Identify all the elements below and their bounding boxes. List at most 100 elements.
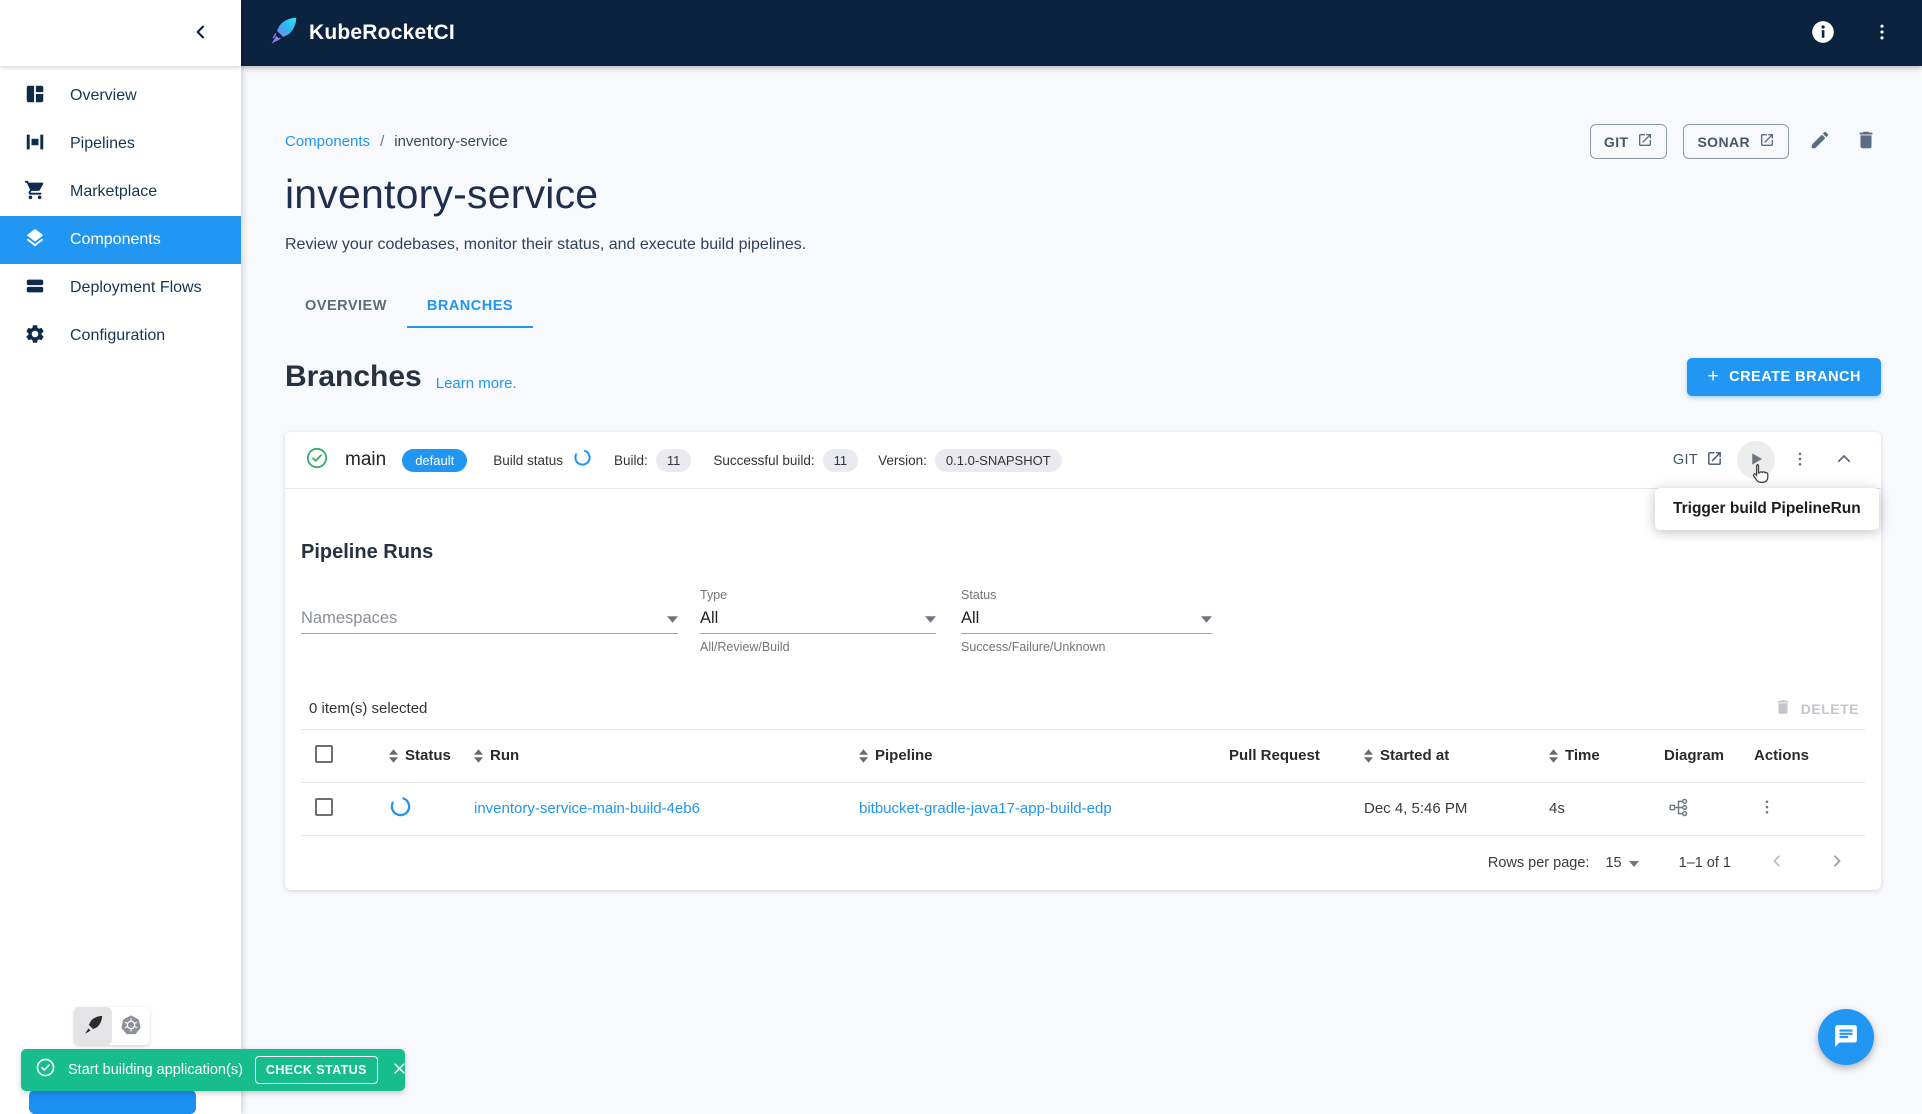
- info-button[interactable]: [1806, 15, 1840, 52]
- brand: KubeRocketCI: [267, 15, 455, 52]
- sidebar-item-label: Components: [70, 231, 161, 248]
- gear-icon: [24, 323, 46, 350]
- sidebar-header: [0, 0, 241, 66]
- pencil-icon: [1809, 129, 1831, 154]
- sidebar-bottom-button[interactable]: [29, 1090, 196, 1114]
- brand-name: KubeRocketCI: [309, 21, 455, 44]
- sort-run-button[interactable]: [474, 749, 483, 763]
- branch-git-button[interactable]: GIT: [1673, 450, 1723, 471]
- branch-menu-button[interactable]: [1781, 441, 1819, 479]
- namespaces-filter[interactable]: Namespaces: [301, 588, 678, 654]
- table-header-row: Status Run Pipeline Pull Request Started…: [301, 730, 1865, 783]
- branches-heading: Branches: [285, 360, 422, 393]
- hand-cursor-icon: [1748, 462, 1772, 491]
- snackbar: Start building application(s) CHECK STAT…: [21, 1049, 405, 1091]
- delete-selected-label: DELETE: [1800, 700, 1859, 717]
- row-checkbox[interactable]: [315, 797, 333, 816]
- rows-per-page-select[interactable]: 15: [1605, 855, 1639, 871]
- kebab-icon: [1791, 450, 1809, 471]
- sonar-button[interactable]: SONAR: [1683, 124, 1789, 159]
- branch-summary-row[interactable]: main default Build status Build: 11 Succ…: [285, 432, 1881, 489]
- delete-component-button[interactable]: [1851, 125, 1881, 158]
- main-content: Components / inventory-service GIT SONAR: [241, 66, 1922, 1114]
- next-page-button[interactable]: [1823, 847, 1851, 878]
- default-branch-chip: default: [402, 448, 468, 472]
- trigger-build-tooltip: Trigger build PipelineRun: [1655, 488, 1879, 530]
- sort-pipeline-button[interactable]: [859, 749, 868, 763]
- column-started-at: Started at: [1380, 747, 1450, 765]
- tab-overview[interactable]: OVERVIEW: [285, 284, 407, 328]
- chevron-left-icon: [1769, 855, 1785, 872]
- dashboard-icon: [24, 83, 46, 110]
- tab-branches[interactable]: BRANCHES: [406, 284, 534, 328]
- build-label: Build:: [614, 452, 648, 468]
- rocket-view-toggle[interactable]: [74, 1007, 112, 1045]
- row-actions-button[interactable]: [1754, 794, 1780, 823]
- build-status-label: Build status: [493, 452, 564, 468]
- pipeline-runs-table: Status Run Pipeline Pull Request Started…: [301, 730, 1865, 836]
- sort-started-at-button[interactable]: [1364, 749, 1373, 763]
- build-count-badge: 11: [655, 448, 692, 472]
- page-description: Review your codebases, monitor their sta…: [285, 236, 807, 253]
- sidebar-item-configuration[interactable]: Configuration: [0, 312, 241, 360]
- table-pagination: Rows per page: 15 1–1 of 1: [301, 836, 1865, 890]
- external-link-icon: [1637, 132, 1653, 151]
- sidebar-item-components[interactable]: Components: [0, 216, 241, 264]
- branch-name: main: [345, 449, 387, 470]
- check-status-button[interactable]: CHECK STATUS: [254, 1056, 378, 1084]
- sidebar-item-pipelines[interactable]: Pipelines: [0, 120, 241, 168]
- appbar-menu-button[interactable]: [1868, 18, 1896, 49]
- chevron-right-icon: [1829, 855, 1845, 872]
- trash-icon: [1855, 129, 1877, 154]
- breadcrumb-components-link[interactable]: Components: [285, 133, 370, 150]
- select-all-checkbox[interactable]: [315, 744, 333, 763]
- time-cell: 4s: [1549, 800, 1565, 817]
- git-button-label: GIT: [1603, 133, 1629, 150]
- snackbar-close-button[interactable]: [390, 1059, 409, 1081]
- git-button[interactable]: GIT: [1589, 124, 1668, 159]
- sidebar-item-marketplace[interactable]: Marketplace: [0, 168, 241, 216]
- sort-status-button[interactable]: [389, 749, 398, 763]
- chat-fab-button[interactable]: [1818, 1009, 1874, 1065]
- column-actions: Actions: [1754, 747, 1810, 765]
- pipeline-runs-heading: Pipeline Runs: [301, 541, 434, 563]
- branch-expanded-panel: Pipeline Runs Namespaces Type All All/Re…: [285, 541, 1881, 890]
- edit-component-button[interactable]: [1805, 125, 1835, 158]
- kebab-icon: [1758, 798, 1776, 819]
- collapse-branch-button[interactable]: [1825, 441, 1863, 479]
- build-status-spinner-icon: [573, 448, 592, 472]
- sidebar-item-overview[interactable]: Overview: [0, 72, 241, 120]
- type-filter-helper: All/Review/Build: [700, 640, 790, 654]
- sort-time-button[interactable]: [1549, 749, 1558, 763]
- status-filter[interactable]: Status All Success/Failure/Unknown: [961, 588, 1212, 654]
- pipeline-link[interactable]: bitbucket-gradle-java17-app-build-edp: [859, 800, 1112, 817]
- column-pipeline: Pipeline: [875, 747, 933, 765]
- sidebar-item-deployment-flows[interactable]: Deployment Flows: [0, 264, 241, 312]
- learn-more-link[interactable]: Learn more.: [436, 375, 517, 396]
- pipeline-runs-filters: Namespaces Type All All/Review/Build Sta…: [301, 588, 1865, 654]
- dropdown-caret-icon: [925, 609, 936, 628]
- chevron-up-icon: [1835, 450, 1853, 471]
- layers-icon: [24, 227, 46, 254]
- column-time: Time: [1565, 747, 1600, 765]
- run-link[interactable]: inventory-service-main-build-4eb6: [474, 800, 700, 817]
- breadcrumb-current: inventory-service: [394, 133, 508, 150]
- started-at-cell: Dec 4, 5:46 PM: [1364, 800, 1468, 817]
- type-filter-value: All: [700, 609, 719, 627]
- trash-icon: [1774, 698, 1792, 719]
- theme-toggle-group: [74, 1007, 150, 1045]
- column-pull-request: Pull Request: [1229, 747, 1320, 765]
- sidebar-collapse-button[interactable]: [189, 20, 213, 47]
- pipelines-icon: [24, 131, 46, 158]
- status-filter-value: All: [961, 609, 980, 627]
- delete-selected-button[interactable]: DELETE: [1774, 698, 1865, 719]
- version-label: Version:: [878, 452, 927, 468]
- diagram-button[interactable]: [1664, 793, 1693, 825]
- successful-build-count-badge: 11: [822, 448, 859, 472]
- create-branch-button[interactable]: + CREATE BRANCH: [1687, 358, 1881, 396]
- success-check-icon: [305, 446, 329, 475]
- type-filter[interactable]: Type All All/Review/Build: [700, 588, 936, 654]
- sidebar-item-label: Pipelines: [70, 135, 135, 152]
- kubernetes-view-toggle[interactable]: [112, 1007, 150, 1045]
- previous-page-button[interactable]: [1763, 847, 1791, 878]
